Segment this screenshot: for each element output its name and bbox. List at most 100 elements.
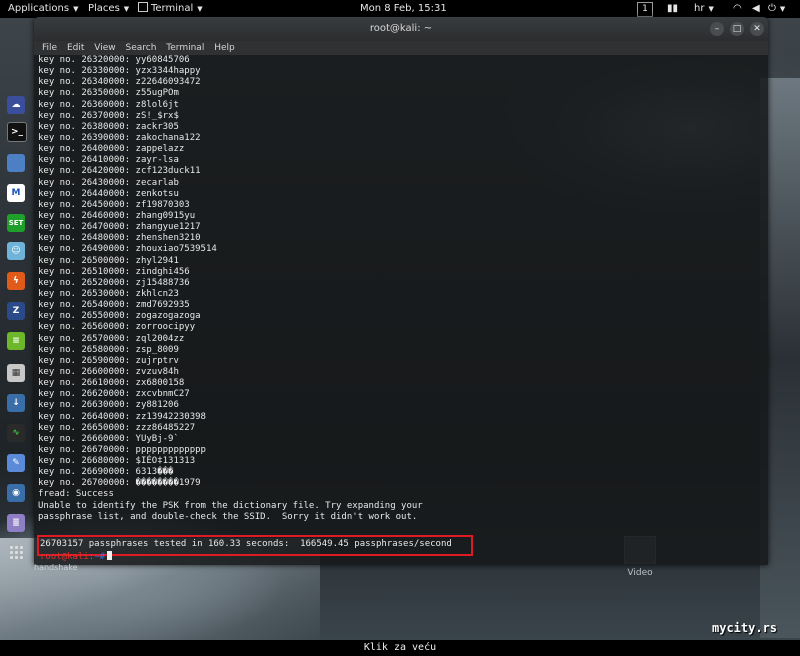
menu-help[interactable]: Help [214,43,235,53]
keyboard-icon[interactable]: ▦ [7,364,25,382]
menu-triangle-icon: ▼ [197,5,203,13]
zap-icon[interactable]: Z [7,302,25,320]
ghost-icon[interactable]: ☁ [7,96,25,114]
terminal-line: key no. 26530000: zkhlcn23 [38,288,179,299]
terminal-line: key no. 26520000: zj15488736 [38,277,190,288]
caption-link[interactable]: Klik za veću [364,642,436,653]
menu-terminal[interactable]: Terminal [166,43,204,53]
terminal-line: key no. 26320000: yy60845706 [38,55,190,65]
show-applications-icon[interactable] [10,546,24,560]
terminal-line: key no. 26590000: zujrptrv [38,355,179,366]
terminal-output[interactable]: key no. 26320000: yy60845706 key no. 2633… [38,55,758,565]
terminal-line: key no. 26490000: zhouxiao7539514 [38,244,217,255]
notes-icon[interactable]: ≡ [7,332,25,350]
terminal-line: key no. 26650000: zzz86485227 [38,422,196,433]
terminal-line: key no. 26560000: zorroocipyy [38,322,196,333]
terminal-line: key no. 26420000: zcf123duck11 [38,166,201,177]
menu-triangle-icon: ▼ [708,5,714,13]
terminal-line: key no. 26550000: zogazogazoga [38,311,201,322]
desktop-handshake-label[interactable]: handshake [34,563,78,572]
minimize-button[interactable]: – [710,22,724,36]
network-icon[interactable]: ▮▮ [667,0,678,18]
burp-icon[interactable]: ϟ [7,272,25,290]
terminal-line: key no. 26370000: zS!_$rx$ [38,110,179,121]
download-icon[interactable]: ↓ [7,394,25,412]
terminal-line: key no. 26510000: zindghi456 [38,266,190,277]
wifi-icon[interactable]: ◠ [733,0,742,18]
volume-icon[interactable]: ◀ [752,0,760,18]
menu-file[interactable]: File [42,43,57,53]
terminal-cursor [107,551,113,560]
terminal-line: key no. 26600000: zvzuv84h [38,366,179,377]
maximize-button[interactable]: □ [730,22,744,36]
shell-prompt[interactable]: root@kali:~# [40,551,113,562]
close-button[interactable]: ✕ [750,22,764,36]
menu-edit[interactable]: Edit [67,43,84,53]
keyboard-layout[interactable]: hr ▼ [694,0,714,18]
terminal-line: key no. 26430000: zecarlab [38,177,179,188]
window-title: root@kali: ~ [369,23,433,34]
applications-label: Applications [8,3,70,14]
terminal-line: key no. 26450000: zf19870303 [38,199,190,210]
favorites-dock: ☁ >_ M SET ☺ ϟ Z ≡ ▦ ↓ ∿ ✎ ◉ ≣ [0,86,32,566]
clock[interactable]: Mon 8 Feb, 15:31 [360,0,447,18]
terminal-line: key no. 26580000: zsp_8009 [38,344,179,355]
terminal-line: key no. 26460000: zhang0915yu [38,210,196,221]
power-icon[interactable]: ⏻ ▼ [768,0,785,18]
terminal-line: Unable to identify the PSK from the dict… [38,500,423,511]
camera-icon[interactable]: ◉ [7,484,25,502]
terminal-line: key no. 26690000: 6313��� [38,467,174,478]
terminal-line: key no. 26640000: zz13942230398 [38,411,206,422]
terminal-line: key no. 26660000: YUyBj-9` [38,433,179,444]
terminal-line: key no. 26410000: zayr-lsa [38,155,179,166]
caption-bar: Klik za veću [0,640,800,656]
watermark: mycity.rs [712,621,778,635]
terminal-line: key no. 26360000: z8lol6jt [38,99,179,110]
cleaner-icon[interactable]: ✎ [7,454,25,472]
window-titlebar[interactable]: root@kali: ~ – □ ✕ [34,17,768,41]
passphrase-summary: 26703157 passphrases tested in 160.33 se… [40,539,452,549]
monitor-icon[interactable]: ∿ [7,424,25,442]
maltego-icon[interactable]: ☺ [7,242,25,260]
terminal-line: key no. 26330000: yzx3344happy [38,66,201,77]
set-icon[interactable]: SET [7,214,25,232]
keyboard-layout-label: hr [694,3,705,14]
workspace-indicator[interactable]: 1 [637,2,653,17]
terminal-window[interactable]: root@kali: ~ – □ ✕ File Edit View Search… [34,17,768,565]
terminal-line: passphrase list, and double-check the SS… [38,511,418,522]
terminal-line: key no. 26610000: zx6800158 [38,378,185,389]
terminal-line: key no. 26380000: zackr305 [38,121,179,132]
terminal-line: key no. 26340000: z22646093472 [38,77,201,88]
terminal-line: key no. 26500000: zhyl2941 [38,255,179,266]
menu-search[interactable]: Search [125,43,156,53]
terminal-line: key no. 26470000: zhangyue1217 [38,222,201,233]
terminal-line: fread: Success [38,489,114,500]
terminal-line: key no. 26440000: zenkotsu [38,188,179,199]
terminal-line: key no. 26620000: zxcvbnmC27 [38,389,190,400]
prompt-path: :~# [88,552,106,562]
terminal-icon[interactable]: >_ [7,122,27,142]
applications-menu[interactable]: Applications ▼ [8,0,78,18]
terminal-line: key no. 26570000: zql2004zz [38,333,185,344]
text-editor-icon[interactable]: ≣ [7,514,25,532]
places-label: Places [88,3,120,14]
terminal-line: key no. 26540000: zmd7692935 [38,300,190,311]
places-menu[interactable]: Places ▼ [88,0,129,18]
terminal-line: key no. 26630000: zy881206 [38,400,179,411]
terminal-app-label: Terminal [151,3,194,14]
menu-view[interactable]: View [94,43,115,53]
terminal-line: key no. 26680000: $IÉO‡131313 [38,456,196,467]
terminal-line: key no. 26390000: zakochana122 [38,132,201,143]
top-panel: Applications ▼ Places ▼ Terminal ▼ Mon 8 Fe… [0,0,800,18]
menu-triangle-icon: ▼ [73,5,79,13]
folder-icon[interactable] [7,154,25,172]
terminal-line: key no. 26700000: ��������1979 [38,478,201,489]
terminal-line: key no. 26400000: zappelazz [38,144,185,155]
menu-triangle-icon: ▼ [123,5,130,13]
desktop-video-label: Video [627,568,653,578]
terminal-app-menu[interactable]: Terminal ▼ [138,0,203,18]
terminal-line: key no. 26670000: ppppppppppppp [38,444,206,455]
terminal-menubar: File Edit View Search Terminal Help [34,41,768,55]
metasploit-icon[interactable]: M [7,184,25,202]
terminal-line: key no. 26480000: zhenshen3210 [38,233,201,244]
